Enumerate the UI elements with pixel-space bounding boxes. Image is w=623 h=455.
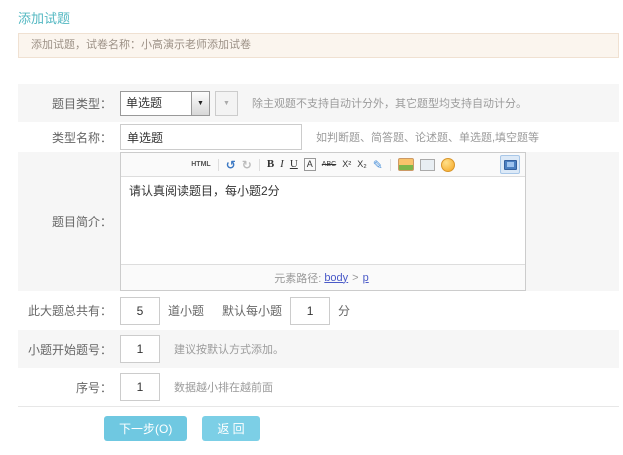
order-row: 序号： 数据越小排在越前面 [18,368,619,407]
italic-button[interactable]: I [280,159,284,170]
question-type-row: 题目类型： 单选题 ▼ ▼ 除主观题不支持自动计分外，其它题型均支持自动计分。 [18,84,619,122]
undo-icon[interactable]: ↺ [226,159,236,171]
redo-icon[interactable]: ↻ [242,159,252,171]
path-p-link[interactable]: p [363,272,369,284]
subquestion-total-row: 此大题总共有： 道小题 默认每小题 分 [18,291,619,330]
toolbar-separator [217,158,219,171]
start-number-row: 小题开始题号： 建议按默认方式添加。 [18,330,619,368]
font-color-button[interactable]: A [303,158,316,171]
question-type-select[interactable]: 单选题 ▼ [120,90,210,116]
monitor-icon [503,159,517,170]
question-intro-row: 题目简介： HTML ↺ ↻ B I U A ABC X² X₂ ✎ 请认真阅读… [18,152,619,291]
superscript-button[interactable]: X² [342,160,351,169]
question-intro-label: 题目简介： [51,215,112,229]
underline-button[interactable]: U [290,159,298,170]
subquestion-unit-label: 道小题 [168,304,205,318]
screenshot-icon[interactable] [419,158,435,171]
score-unit-label: 分 [338,304,351,318]
back-button[interactable]: 返 回 [202,416,260,441]
toolbar-separator [389,158,391,171]
type-name-row: 类型名称： 如判断题、简答题、论述题、单选题,填空题等 [18,122,619,152]
question-type-value: 单选题 [126,95,163,110]
default-score-label: 默认每小题 [222,304,283,318]
rich-text-editor: HTML ↺ ↻ B I U A ABC X² X₂ ✎ 请认真阅读题目，每小题… [120,152,526,291]
notice-text: 添加试题，试卷名称：小高演示老师添加试卷 [31,39,251,51]
select-caret-icon: ▼ [191,91,209,115]
default-score-input[interactable] [290,296,331,325]
editor-status-bar: 元素路径: body > p [121,264,525,290]
type-name-label: 类型名称： [51,130,112,145]
insert-image-icon[interactable] [397,158,414,171]
order-label: 序号： [75,380,112,395]
start-number-hint: 建议按默认方式添加。 [174,344,284,356]
order-hint: 数据越小排在越前面 [174,382,273,394]
notice-bar: 添加试题，试卷名称：小高演示老师添加试卷 [18,33,619,58]
order-input[interactable] [120,373,160,401]
add-question-form: 题目类型： 单选题 ▼ ▼ 除主观题不支持自动计分外，其它题型均支持自动计分。 … [18,84,619,407]
form-actions: 下一步(O) 返 回 [104,416,623,441]
emoticon-icon[interactable] [440,157,455,172]
bold-button[interactable]: B [267,159,274,170]
subquestion-total-label: 此大题总共有： [27,304,112,318]
fullscreen-button[interactable] [500,155,520,174]
question-type-hint: 除主观题不支持自动计分外，其它题型均支持自动计分。 [252,98,527,110]
editor-toolbar: HTML ↺ ↻ B I U A ABC X² X₂ ✎ [121,153,525,177]
format-painter-icon[interactable]: ✎ [373,159,383,171]
path-body-link[interactable]: body [324,272,348,284]
start-number-input[interactable] [120,335,160,363]
subquestion-count-input[interactable] [120,296,160,325]
start-number-label: 小题开始题号： [27,342,112,357]
question-type-label: 题目类型： [51,96,112,111]
type-name-hint: 如判断题、简答题、论述题、单选题,填空题等 [316,132,540,144]
toolbar-separator [258,158,260,171]
next-step-button[interactable]: 下一步(O) [104,416,188,441]
page-title: 添加试题 [18,11,71,26]
editor-content[interactable]: 请认真阅读题目，每小题2分 [121,177,525,264]
html-source-button[interactable]: HTML [191,161,210,168]
subscript-button[interactable]: X₂ [357,160,367,169]
chevron-down-icon: ▼ [223,99,230,107]
strikethrough-button[interactable]: ABC [322,161,336,168]
path-separator: > [352,271,359,284]
secondary-dropdown-button[interactable]: ▼ [215,90,238,116]
element-path-label: 元素路径: [274,272,322,285]
type-name-input[interactable] [120,124,302,150]
